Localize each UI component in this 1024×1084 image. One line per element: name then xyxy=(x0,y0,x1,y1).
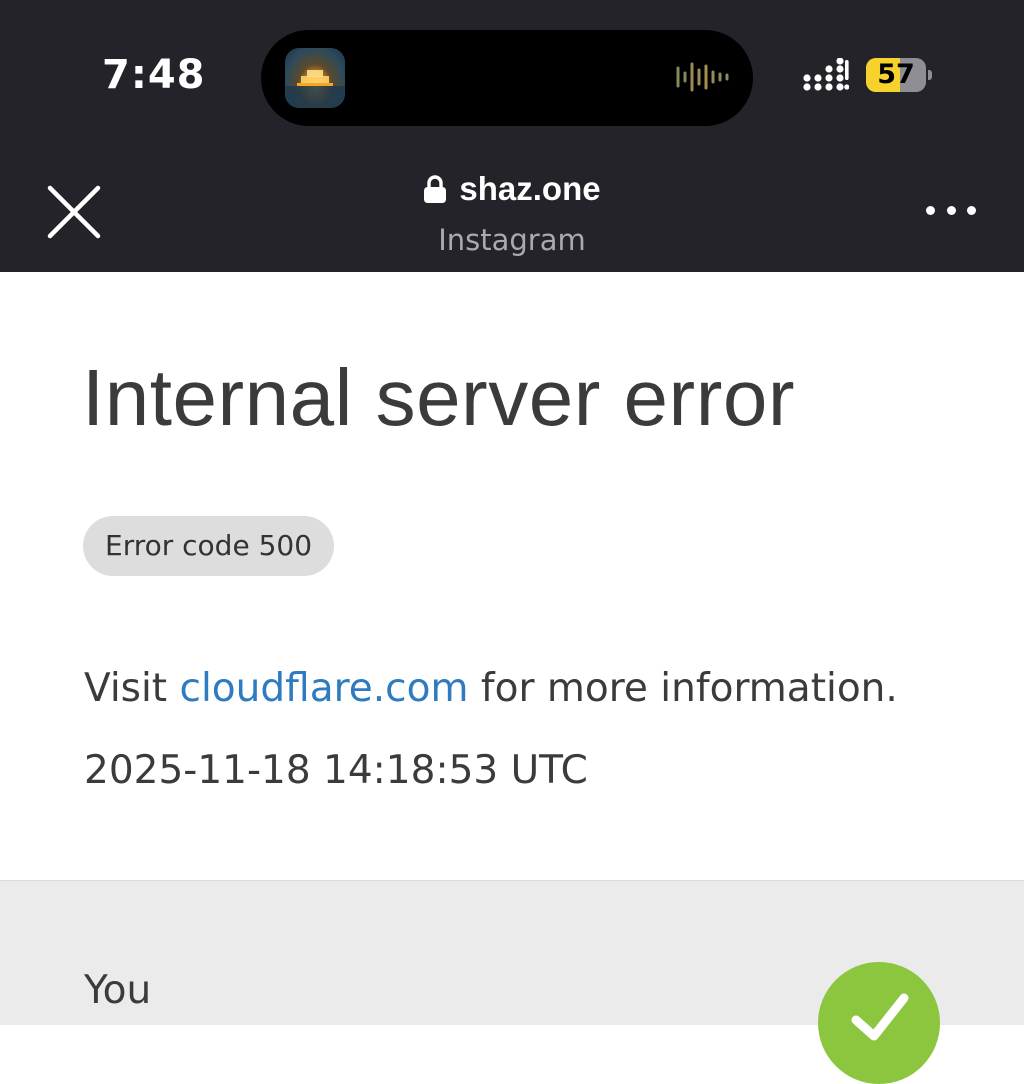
more-horizontal-icon xyxy=(946,205,956,215)
error-code-badge: Error code 500 xyxy=(83,516,335,576)
source-app-label: Instagram xyxy=(438,223,586,257)
cloudflare-link[interactable]: cloudflare.com xyxy=(180,666,469,711)
info-text: Visit cloudflare.com for more informatio… xyxy=(84,666,898,711)
dynamic-island[interactable] xyxy=(261,30,753,126)
battery-level: 57 xyxy=(877,59,915,90)
page-domain: shaz.one xyxy=(459,170,601,207)
more-options-button[interactable] xyxy=(926,195,976,225)
info-suffix: for more information. xyxy=(468,666,898,711)
info-prefix: Visit xyxy=(84,666,180,711)
signal-strength-icon xyxy=(803,58,849,91)
address-bar[interactable]: shaz.one xyxy=(0,170,1024,209)
error-timestamp: 2025-11-18 14:18:53 UTC xyxy=(84,748,588,793)
status-time: 7:48 xyxy=(102,52,206,98)
now-playing-artwork[interactable] xyxy=(285,48,345,108)
audio-waveform-icon xyxy=(676,62,729,92)
status-ok-indicator xyxy=(818,962,940,1084)
lock-icon xyxy=(424,175,447,203)
artwork-image xyxy=(285,70,345,108)
more-horizontal-icon xyxy=(967,205,976,215)
top-bar: 7:48 57 shaz.one Instagram xyxy=(0,0,1024,272)
more-horizontal-icon xyxy=(926,205,935,215)
battery-tip xyxy=(928,70,932,80)
page-title: Internal server error xyxy=(82,353,795,442)
battery-indicator: 57 xyxy=(866,58,926,92)
check-icon xyxy=(851,993,909,1041)
status-you-label: You xyxy=(84,968,152,1013)
